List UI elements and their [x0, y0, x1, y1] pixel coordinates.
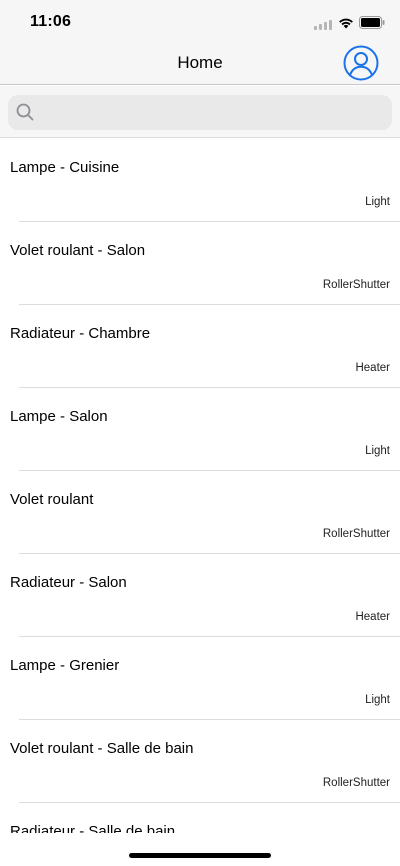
list-item[interactable]: Volet roulant - Salon RollerShutter	[0, 222, 400, 305]
search-input-container[interactable]	[8, 95, 392, 130]
device-type: Light	[365, 196, 390, 208]
status-time: 11:06	[30, 13, 72, 30]
device-name: Volet roulant - Salle de bain	[10, 740, 194, 757]
search-icon	[16, 103, 34, 121]
device-list: Lampe - Cuisine Light Volet roulant - Sa…	[0, 139, 400, 833]
device-type: Light	[365, 445, 390, 457]
device-name: Volet roulant - Salon	[10, 242, 146, 259]
battery-icon	[359, 16, 385, 29]
signal-icon	[314, 20, 332, 30]
list-item[interactable]: Volet roulant RollerShutter	[0, 471, 400, 554]
device-name: Lampe - Salon	[10, 408, 108, 425]
search-input[interactable]	[40, 95, 380, 130]
device-type: Heater	[355, 362, 390, 374]
status-bar: 11:06	[0, 0, 400, 44]
device-name: Radiateur - Salle de bain	[10, 823, 176, 833]
profile-button[interactable]	[343, 45, 379, 81]
top-bar: 11:06 Home	[0, 0, 400, 85]
device-name: Volet roulant	[10, 491, 94, 508]
device-type: RollerShutter	[322, 777, 390, 789]
list-item[interactable]: Radiateur - Chambre Heater	[0, 305, 400, 388]
device-name: Lampe - Grenier	[10, 657, 120, 674]
search-bar	[0, 86, 400, 138]
page-title: Home	[177, 53, 223, 72]
person-circle-icon	[343, 45, 379, 81]
list-item[interactable]: Radiateur - Salon Heater	[0, 554, 400, 637]
device-type: RollerShutter	[322, 528, 390, 540]
device-name: Radiateur - Salon	[10, 574, 127, 591]
list-item[interactable]: Lampe - Grenier Light	[0, 637, 400, 720]
list-item[interactable]: Lampe - Cuisine Light	[0, 139, 400, 222]
device-type: Light	[365, 694, 390, 706]
list-item[interactable]: Lampe - Salon Light	[0, 388, 400, 471]
home-indicator[interactable]	[129, 853, 271, 858]
wifi-icon	[339, 18, 353, 29]
list-item[interactable]: Radiateur - Salle de bain	[0, 803, 400, 833]
device-name: Lampe - Cuisine	[10, 159, 120, 176]
device-type: RollerShutter	[322, 279, 390, 291]
list-item[interactable]: Volet roulant - Salle de bain RollerShut…	[0, 720, 400, 803]
device-type: Heater	[355, 611, 390, 623]
device-name: Radiateur - Chambre	[10, 325, 151, 342]
